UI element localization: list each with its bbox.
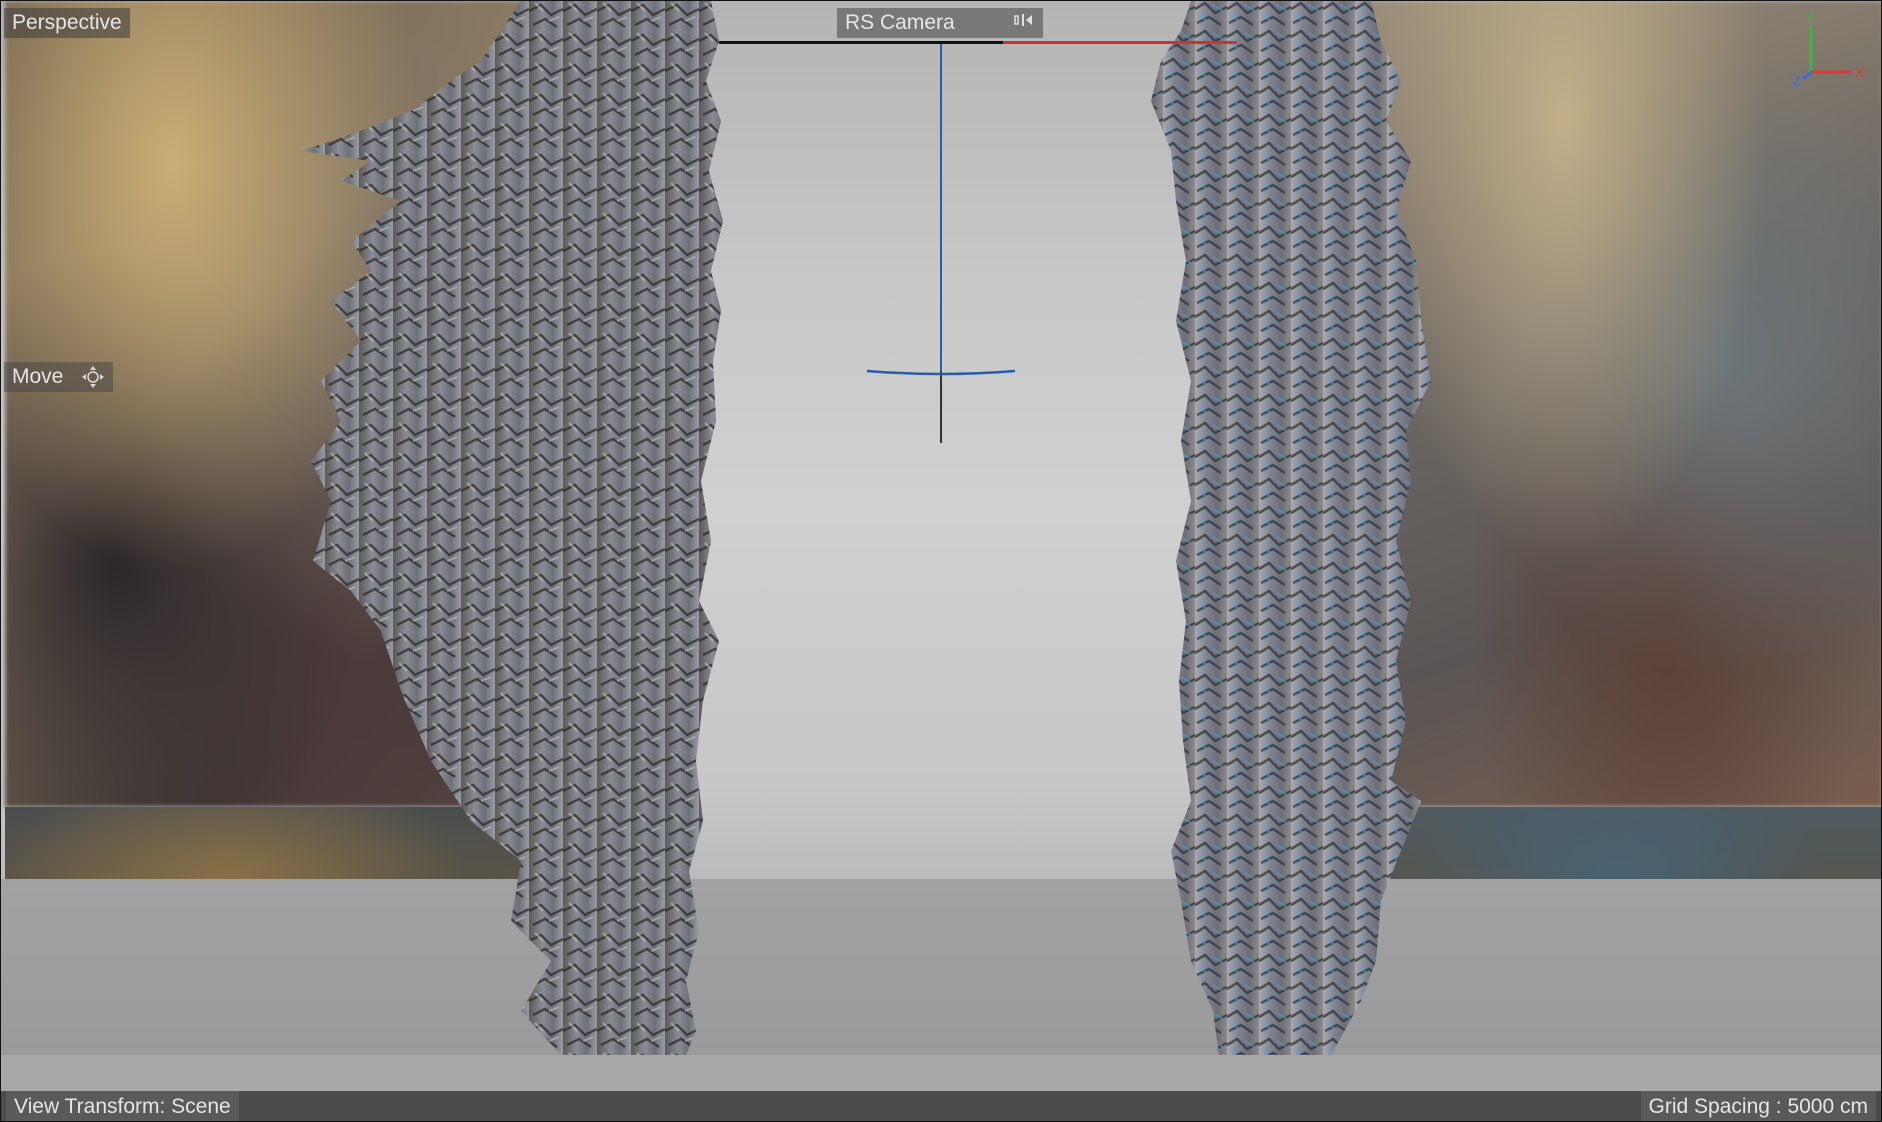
active-tool-name: Move	[12, 365, 64, 388]
camera-selector[interactable]: RS Camera	[837, 8, 1043, 38]
camera-frame-x-axis-line	[1003, 41, 1237, 44]
axis-y-label: Y	[1805, 10, 1815, 26]
floor-plane-edge	[1, 1055, 1881, 1091]
axis-x-label: X	[1855, 64, 1865, 80]
camera-gizmo[interactable]	[861, 41, 1021, 451]
camera-lock-icon[interactable]	[1013, 8, 1035, 38]
active-tool-label: Move	[4, 362, 114, 392]
axis-gizmo: Y X Z	[1793, 10, 1865, 87]
rock-mesh-left[interactable]	[291, 1, 731, 1057]
axis-z-label: Z	[1793, 74, 1800, 87]
grid-spacing-status: Grid Spacing : 5000 cm	[1640, 1091, 1876, 1121]
status-bar	[1, 1091, 1881, 1121]
3d-viewport[interactable]: Y X Z Perspective RS Camera Move View Tr…	[0, 0, 1882, 1122]
camera-name: RS Camera	[845, 11, 955, 34]
view-transform-status[interactable]: View Transform: Scene	[6, 1091, 239, 1121]
viewport-title[interactable]: Perspective	[4, 8, 130, 38]
rock-mesh-right[interactable]	[1131, 1, 1571, 1057]
move-icon	[82, 366, 105, 388]
floor-plane	[1, 879, 1881, 1057]
